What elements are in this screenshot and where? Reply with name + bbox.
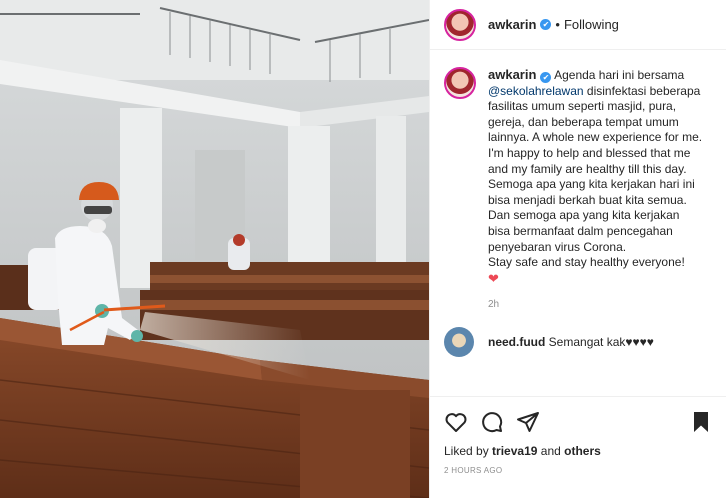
caption-line-3: Dan semoga apa yang kita kerjakan bisa b… [488, 208, 680, 254]
header-separator: • [555, 17, 560, 32]
commenter-username[interactable]: need.fuud [488, 335, 545, 349]
likes-prefix: Liked by [444, 444, 489, 458]
caption: awkarin ✔ Agenda hari ini bersama @sekola… [444, 67, 713, 313]
heart-emoji-icon: ❤ [488, 270, 499, 286]
share-icon[interactable] [516, 410, 540, 434]
caption-verified-badge-icon: ✔ [540, 72, 552, 83]
caption-age[interactable]: 2h [488, 297, 703, 313]
likes-summary: Liked by trieva19 and others [444, 444, 713, 458]
post-actions: Liked by trieva19 and others 2 HOURS AGO [430, 396, 726, 498]
comment-icon[interactable] [480, 410, 504, 434]
verified-badge-icon: ✔ [540, 19, 552, 30]
post-side-panel: awkarin ✔ • Following awkarin ✔ Agenda ha… [429, 0, 726, 498]
comment-text-wrap: need.fuud Semangat kak♥♥♥♥ [488, 335, 654, 349]
caption-body: awkarin ✔ Agenda hari ini bersama @sekola… [488, 67, 703, 313]
post-photo-illustration [0, 0, 429, 498]
liked-by-user[interactable]: trieva19 [492, 444, 537, 458]
comment-text: Semangat kak♥♥♥♥ [548, 334, 654, 349]
likes-others-link[interactable]: others [564, 444, 601, 458]
commenter-avatar[interactable] [444, 326, 474, 357]
profile-avatar[interactable] [444, 8, 476, 41]
comment-item: need.fuud Semangat kak♥♥♥♥ [444, 326, 713, 357]
post-photo[interactable] [0, 0, 429, 498]
caption-avatar[interactable] [444, 67, 476, 99]
following-button[interactable]: Following [564, 17, 619, 32]
caption-text-before: Agenda hari ini bersama [554, 68, 685, 82]
post-timestamp[interactable]: 2 HOURS AGO [444, 466, 713, 475]
caption-line-2: Semoga apa yang kita kerjakan hari ini b… [488, 177, 695, 207]
mention-link[interactable]: @sekolahrelawan [488, 84, 584, 98]
action-icons [444, 409, 713, 435]
header-username[interactable]: awkarin [488, 17, 536, 32]
post-header: awkarin ✔ • Following [430, 0, 726, 50]
likes-joiner: and [540, 444, 561, 458]
bookmark-icon[interactable] [689, 410, 713, 434]
caption-line-4: Stay safe and stay healthy everyone! [488, 255, 685, 270]
heart-icon[interactable] [444, 410, 468, 434]
caption-username[interactable]: awkarin [488, 67, 536, 82]
comments-area[interactable]: awkarin ✔ Agenda hari ini bersama @sekola… [430, 51, 726, 396]
